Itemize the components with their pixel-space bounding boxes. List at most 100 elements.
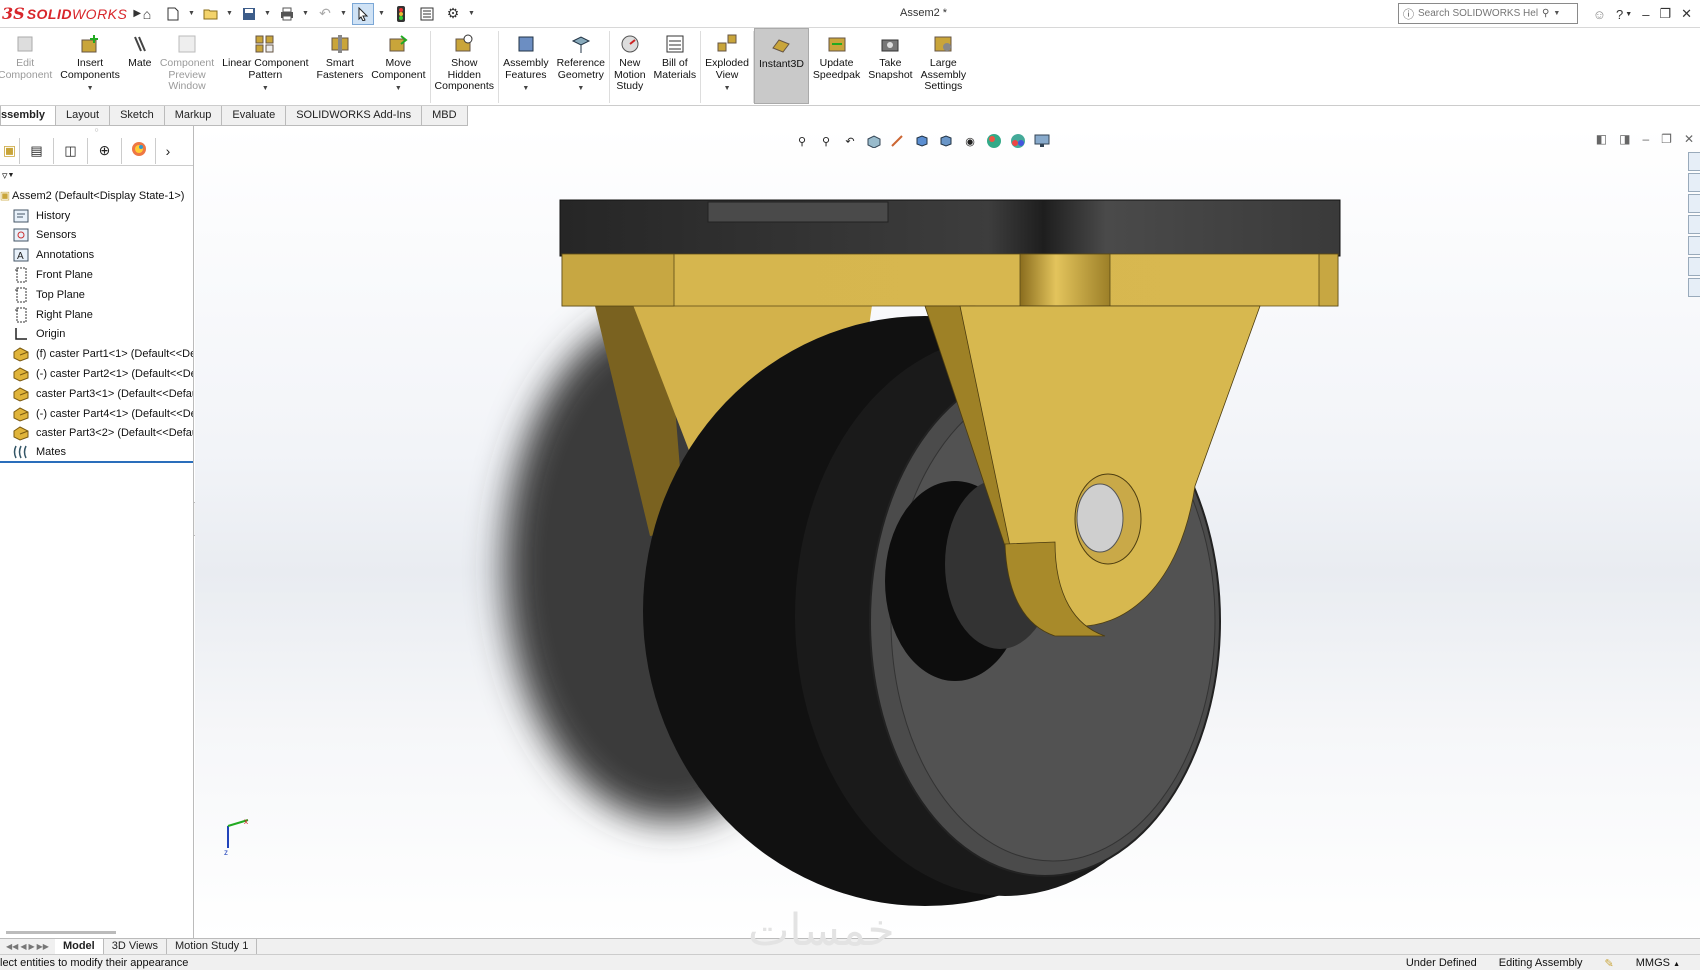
tree-item-top-plane[interactable]: Top Plane — [0, 285, 193, 305]
search-help-box[interactable]: ⓘ ⚲ ▼ — [1398, 3, 1578, 24]
undo-icon[interactable]: ↶ — [314, 3, 336, 25]
first-tab-icon[interactable]: ◀◀ — [6, 942, 18, 951]
file-properties-icon[interactable] — [416, 3, 438, 25]
tab-markup[interactable]: Markup — [163, 106, 223, 126]
axle-pin[interactable] — [1076, 483, 1124, 553]
restore-icon[interactable]: ❐ — [1659, 6, 1671, 22]
select-dropdown-icon[interactable]: ▼ — [378, 10, 386, 17]
more-tabs-arrow[interactable]: › — [156, 138, 180, 164]
tree-item-history[interactable]: History — [0, 206, 193, 226]
units-selector[interactable]: MMGS ▲ — [1636, 957, 1680, 969]
options-dropdown-icon[interactable]: ▼ — [468, 10, 476, 17]
tab-nav-arrows[interactable]: ◀◀ ◀ ▶ ▶▶ — [0, 942, 55, 951]
ribbon-button-move-component[interactable]: Move Component ▼ — [367, 28, 429, 104]
tab-mbd[interactable]: MBD — [421, 106, 468, 126]
tab-assembly[interactable]: ssembly — [0, 106, 57, 126]
tab-sketch[interactable]: Sketch — [109, 106, 165, 126]
tree-item-annotations[interactable]: A Annotations — [0, 245, 193, 265]
ribbon-button-smart-fasteners[interactable]: Smart Fasteners — [313, 28, 368, 104]
rebuild-traffic-light-icon[interactable] — [390, 3, 412, 25]
tree-item-sensors[interactable]: Sensors — [0, 226, 193, 246]
ribbon-button-instant3d[interactable]: Instant3D — [753, 28, 809, 104]
chevron-down-icon[interactable]: ▼ — [87, 83, 94, 95]
tree-item-front-plane[interactable]: Front Plane — [0, 265, 193, 285]
open-folder-icon[interactable] — [200, 3, 222, 25]
tree-item-caster-part3-2-default-defaul[interactable]: caster Part3<2> (Default<<Defaul — [0, 424, 193, 444]
ribbon-button-new-motion-study[interactable]: New Motion Study — [610, 28, 650, 104]
save-icon[interactable] — [238, 3, 260, 25]
tree-item-caster-part2-1-default-def[interactable]: (-) caster Part2<1> (Default<<Def — [0, 364, 193, 384]
annotations-icon: A — [12, 247, 30, 263]
ribbon-button-linear-component-pattern[interactable]: Linear Component Pattern ▼ — [218, 28, 312, 104]
property-manager-tab[interactable]: ▤ — [20, 137, 54, 164]
tab-layout[interactable]: Layout — [55, 106, 111, 126]
tree-item-caster-part4-1-default-def[interactable]: (-) caster Part4<1> (Default<<Def — [0, 404, 193, 424]
display-manager-tab[interactable] — [122, 137, 156, 164]
new-dropdown-icon[interactable]: ▼ — [188, 10, 196, 17]
tree-item-caster-part3-1-default-defaul[interactable]: caster Part3<1> (Default<<Defaul — [0, 384, 193, 404]
ribbon-button-assembly-features[interactable]: Assembly Features ▼ — [499, 28, 553, 104]
tab-evaluate[interactable]: Evaluate — [221, 106, 287, 126]
tree-item-f-caster-part1-1-default-def[interactable]: (f) caster Part1<1> (Default<<Def — [0, 344, 193, 364]
title-bar: 3S SOLIDWORKS ▶ ⌂ ▼ ▼ ▼ ▼ ↶ ▼ ▼ ⚙ ▼ Asse… — [0, 0, 1700, 28]
ribbon-button-exploded-view[interactable]: Exploded View ▼ — [701, 28, 753, 104]
bottom-tab-3d-views[interactable]: 3D Views — [104, 939, 167, 954]
rebuild-status-icon[interactable]: ✎ — [1605, 957, 1614, 970]
ribbon-button-update-speedpak[interactable]: Update Speedpak — [809, 28, 864, 104]
feature-tree-tab[interactable]: ▣ — [0, 137, 20, 164]
tree-item-origin[interactable]: Origin — [0, 325, 193, 345]
close-icon[interactable]: ✕ — [1681, 6, 1692, 22]
home-icon[interactable]: ⌂ — [136, 3, 158, 25]
chevron-down-icon[interactable]: ▼ — [262, 83, 269, 95]
top-mounting-plate[interactable] — [559, 199, 1341, 257]
ribbon-button-component-preview-window[interactable]: Component Preview Window — [156, 28, 218, 104]
bottom-tab-motion-study-1[interactable]: Motion Study 1 — [167, 939, 258, 954]
new-document-icon[interactable] — [162, 3, 184, 25]
chevron-down-icon[interactable]: ▼ — [577, 83, 584, 95]
chevron-down-icon[interactable]: ▼ — [395, 83, 402, 95]
ribbon-button-insert-components[interactable]: Insert Components ▼ — [56, 28, 124, 104]
graphics-area[interactable]: ⚲ ⚲ ↶ ◉ ◧ ◨ – ❐ ✕ x z — [195, 126, 1700, 938]
ribbon-button-take-snapshot[interactable]: Take Snapshot — [864, 28, 916, 104]
last-tab-icon[interactable]: ▶▶ — [37, 942, 49, 951]
bracket-top-flange[interactable] — [561, 253, 1339, 307]
next-tab-icon[interactable]: ▶ — [28, 942, 34, 951]
print-icon[interactable] — [276, 3, 298, 25]
help-dropdown-icon[interactable]: ▼ — [1625, 11, 1632, 18]
tree-root-assembly[interactable]: ▣ Assem2 (Default<Display State-1>) — [0, 186, 193, 206]
save-dropdown-icon[interactable]: ▼ — [264, 10, 272, 17]
user-account-icon[interactable]: ☺ — [1593, 7, 1606, 22]
feature-tree-scrollbar[interactable] — [6, 931, 116, 934]
solidworks-logo[interactable]: 3S SOLIDWORKS ▶ — [0, 0, 141, 28]
tree-item-right-plane[interactable]: Right Plane — [0, 305, 193, 325]
help-icon[interactable]: ? — [1616, 7, 1623, 22]
tab-solidworks-add-ins[interactable]: SOLIDWORKS Add-Ins — [285, 106, 423, 126]
ribbon-button-reference-geometry[interactable]: Reference Geometry ▼ — [553, 28, 609, 104]
ribbon-button-edit-component[interactable]: Edit Component — [0, 28, 56, 104]
ribbon-button-show-hidden-components[interactable]: Show Hidden Components — [431, 28, 499, 104]
ribbon-button-large-assembly-settings[interactable]: Large Assembly Settings — [917, 28, 971, 104]
tree-filter[interactable]: ▿ ▼ — [0, 166, 193, 184]
feature-manager-tabs: ▣ ▤ ◫ ⊕ › — [0, 136, 193, 166]
ribbon-button-bill-of-materials[interactable]: Bill of Materials — [650, 28, 701, 104]
caster-assembly-model[interactable] — [195, 126, 1700, 938]
search-input[interactable] — [1418, 8, 1538, 19]
undo-dropdown-icon[interactable]: ▼ — [340, 10, 348, 17]
configuration-manager-tab[interactable]: ◫ — [54, 137, 88, 164]
chevron-down-icon[interactable]: ▼ — [522, 83, 529, 95]
open-dropdown-icon[interactable]: ▼ — [226, 10, 234, 17]
prev-tab-icon[interactable]: ◀ — [20, 942, 26, 951]
search-icon[interactable]: ⚲ — [1542, 8, 1549, 19]
print-dropdown-icon[interactable]: ▼ — [302, 10, 310, 17]
part-icon — [12, 425, 30, 441]
dimxpert-tab[interactable]: ⊕ — [88, 137, 122, 164]
tree-item-mates[interactable]: Mates — [0, 443, 193, 464]
options-gear-icon[interactable]: ⚙ — [442, 3, 464, 25]
bottom-tab-model[interactable]: Model — [54, 939, 104, 954]
minimize-icon[interactable]: – — [1642, 7, 1649, 22]
panel-splitter-handle[interactable]: ○ — [0, 127, 193, 134]
search-dropdown-icon[interactable]: ▼ — [1553, 10, 1560, 17]
ribbon-button-mate[interactable]: Mate — [124, 28, 156, 104]
select-cursor-icon[interactable] — [352, 2, 374, 25]
chevron-down-icon[interactable]: ▼ — [724, 83, 731, 95]
